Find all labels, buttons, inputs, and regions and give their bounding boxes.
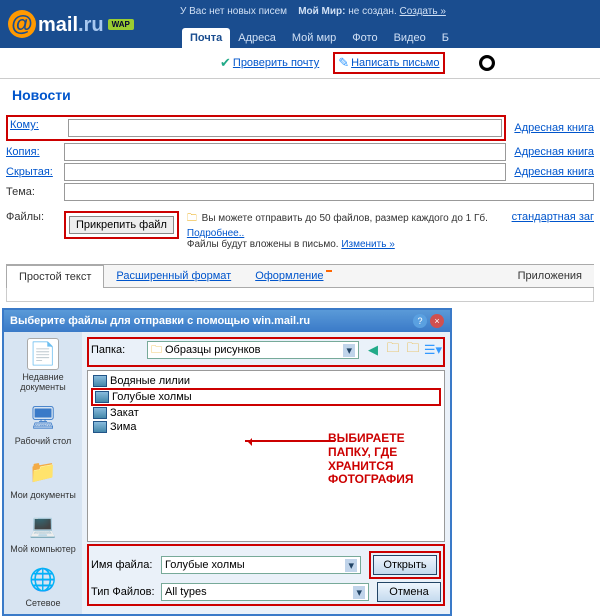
create-world-link[interactable]: Создать » bbox=[400, 6, 446, 17]
tab-plain-text[interactable]: Простой текст bbox=[6, 265, 104, 288]
app-header: @mail.ru WAP У Вас нет новых писем Мой М… bbox=[0, 0, 600, 48]
file-item[interactable]: Водяные лилии bbox=[91, 374, 441, 388]
bcc-label[interactable]: Скрытая: bbox=[6, 166, 64, 178]
check-icon: ✔ bbox=[220, 55, 231, 71]
folder-select[interactable]: 🗀 Образцы рисунков ▾ bbox=[147, 341, 359, 359]
chevron-down-icon: ▾ bbox=[343, 344, 355, 357]
tab-myworld[interactable]: Мой мир bbox=[284, 28, 344, 48]
filename-label: Имя файла: bbox=[91, 559, 161, 571]
open-button[interactable]: Открыть bbox=[373, 555, 437, 575]
subject-input[interactable] bbox=[64, 183, 594, 201]
tab-video[interactable]: Видео bbox=[386, 28, 434, 48]
tab-rich-text[interactable]: Расширенный формат bbox=[104, 265, 243, 287]
places-sidebar: 📄Недавние документы 🖥Рабочий стол 📁Мои д… bbox=[4, 332, 82, 614]
image-icon bbox=[93, 407, 107, 419]
check-mail-link[interactable]: Проверить почту bbox=[233, 57, 319, 69]
standard-upload-link[interactable]: стандартная заг bbox=[512, 211, 594, 223]
message-body[interactable] bbox=[6, 288, 594, 302]
attach-file-button[interactable]: Прикрепить файл bbox=[69, 216, 174, 234]
filetype-label: Тип Файлов: bbox=[91, 586, 161, 598]
chevron-down-icon: ▾ bbox=[353, 586, 365, 599]
view-menu-icon[interactable]: ☰▾ bbox=[425, 342, 441, 358]
attach-change-link[interactable]: Изменить » bbox=[341, 239, 394, 250]
folder-value: Образцы рисунков bbox=[165, 344, 261, 356]
dialog-titlebar[interactable]: Выберите файлы для отправки с помощью wi… bbox=[4, 310, 450, 332]
soccer-icon[interactable] bbox=[479, 55, 495, 71]
addr-book-cc[interactable]: Адресная книга bbox=[514, 146, 594, 158]
bcc-input[interactable] bbox=[64, 163, 506, 181]
format-tabs: Простой текст Расширенный формат Оформле… bbox=[6, 264, 594, 288]
compose-form: Кому: Адресная книга Копия: Адресная кни… bbox=[0, 111, 600, 306]
addr-book-to[interactable]: Адресная книга bbox=[514, 122, 594, 134]
help-icon[interactable]: ? bbox=[413, 314, 427, 328]
wap-badge: WAP bbox=[108, 19, 134, 30]
back-icon[interactable]: ◀ bbox=[365, 342, 381, 358]
folder-icon: 🗀 bbox=[187, 213, 197, 224]
cc-input[interactable] bbox=[64, 143, 506, 161]
tab-photo[interactable]: Фото bbox=[344, 28, 385, 48]
write-letter-link[interactable]: Написать письмо bbox=[351, 57, 439, 69]
place-mycomputer[interactable]: 💻Мой компьютер bbox=[10, 510, 76, 554]
place-mydocs[interactable]: 📁Мои документы bbox=[10, 456, 76, 500]
main-tabs: Почта Адреса Мой мир Фото Видео Б bbox=[182, 28, 457, 48]
callout-text: ВЫБИРАЕТЕ ПАПКУ, ГДЕ ХРАНИТСЯ ФОТОГРАФИЯ bbox=[328, 432, 438, 487]
news-heading: Новости bbox=[0, 79, 600, 111]
cancel-button[interactable]: Отмена bbox=[377, 582, 441, 602]
close-icon[interactable]: × bbox=[430, 314, 444, 328]
up-icon[interactable]: 🗀 bbox=[385, 342, 401, 358]
attach-note: 🗀 Вы можете отправить до 50 файлов, разм… bbox=[187, 211, 504, 250]
folder-icon: 🗀 bbox=[151, 341, 162, 360]
image-icon bbox=[93, 375, 107, 387]
tab-attachments[interactable]: Приложения bbox=[506, 265, 594, 287]
addr-book-bcc[interactable]: Адресная книга bbox=[514, 166, 594, 178]
logo[interactable]: @mail.ru bbox=[8, 10, 104, 38]
attach-more-link[interactable]: Подробнее.. bbox=[187, 228, 244, 239]
place-network[interactable]: 🌐Сетевое bbox=[26, 564, 61, 608]
image-icon bbox=[93, 421, 107, 433]
tab-more[interactable]: Б bbox=[434, 28, 457, 48]
tab-mail[interactable]: Почта bbox=[182, 28, 230, 48]
filetype-select[interactable]: All types▾ bbox=[161, 583, 369, 601]
to-input[interactable] bbox=[68, 119, 502, 137]
pencil-icon: ✎ bbox=[338, 55, 349, 71]
image-icon bbox=[95, 391, 109, 403]
dialog-title: Выберите файлы для отправки с помощью wi… bbox=[10, 315, 410, 327]
file-item[interactable]: Закат bbox=[91, 406, 441, 420]
place-desktop[interactable]: 🖥Рабочий стол bbox=[15, 402, 72, 446]
tab-design[interactable]: Оформление bbox=[243, 265, 344, 287]
callout-arrow bbox=[245, 440, 335, 442]
new-folder-icon[interactable]: 🗀 bbox=[405, 342, 421, 358]
to-label[interactable]: Кому: bbox=[10, 119, 68, 137]
filename-input[interactable]: Голубые холмы▾ bbox=[161, 556, 361, 574]
header-status: У Вас нет новых писем Мой Мир: не создан… bbox=[180, 6, 446, 17]
cc-label[interactable]: Копия: bbox=[6, 146, 64, 158]
place-recent[interactable]: 📄Недавние документы bbox=[6, 338, 80, 392]
file-open-dialog: Выберите файлы для отправки с помощью wi… bbox=[2, 308, 452, 616]
folder-label: Папка: bbox=[91, 344, 147, 356]
sub-toolbar: ✔ Проверить почту ✎ Написать письмо bbox=[0, 48, 600, 79]
file-item-selected[interactable]: Голубые холмы bbox=[91, 388, 441, 406]
chevron-down-icon: ▾ bbox=[345, 559, 357, 572]
subject-label: Тема: bbox=[6, 186, 64, 198]
files-label: Файлы: bbox=[6, 211, 64, 223]
tab-addresses[interactable]: Адреса bbox=[230, 28, 284, 48]
at-icon: @ bbox=[8, 10, 36, 38]
